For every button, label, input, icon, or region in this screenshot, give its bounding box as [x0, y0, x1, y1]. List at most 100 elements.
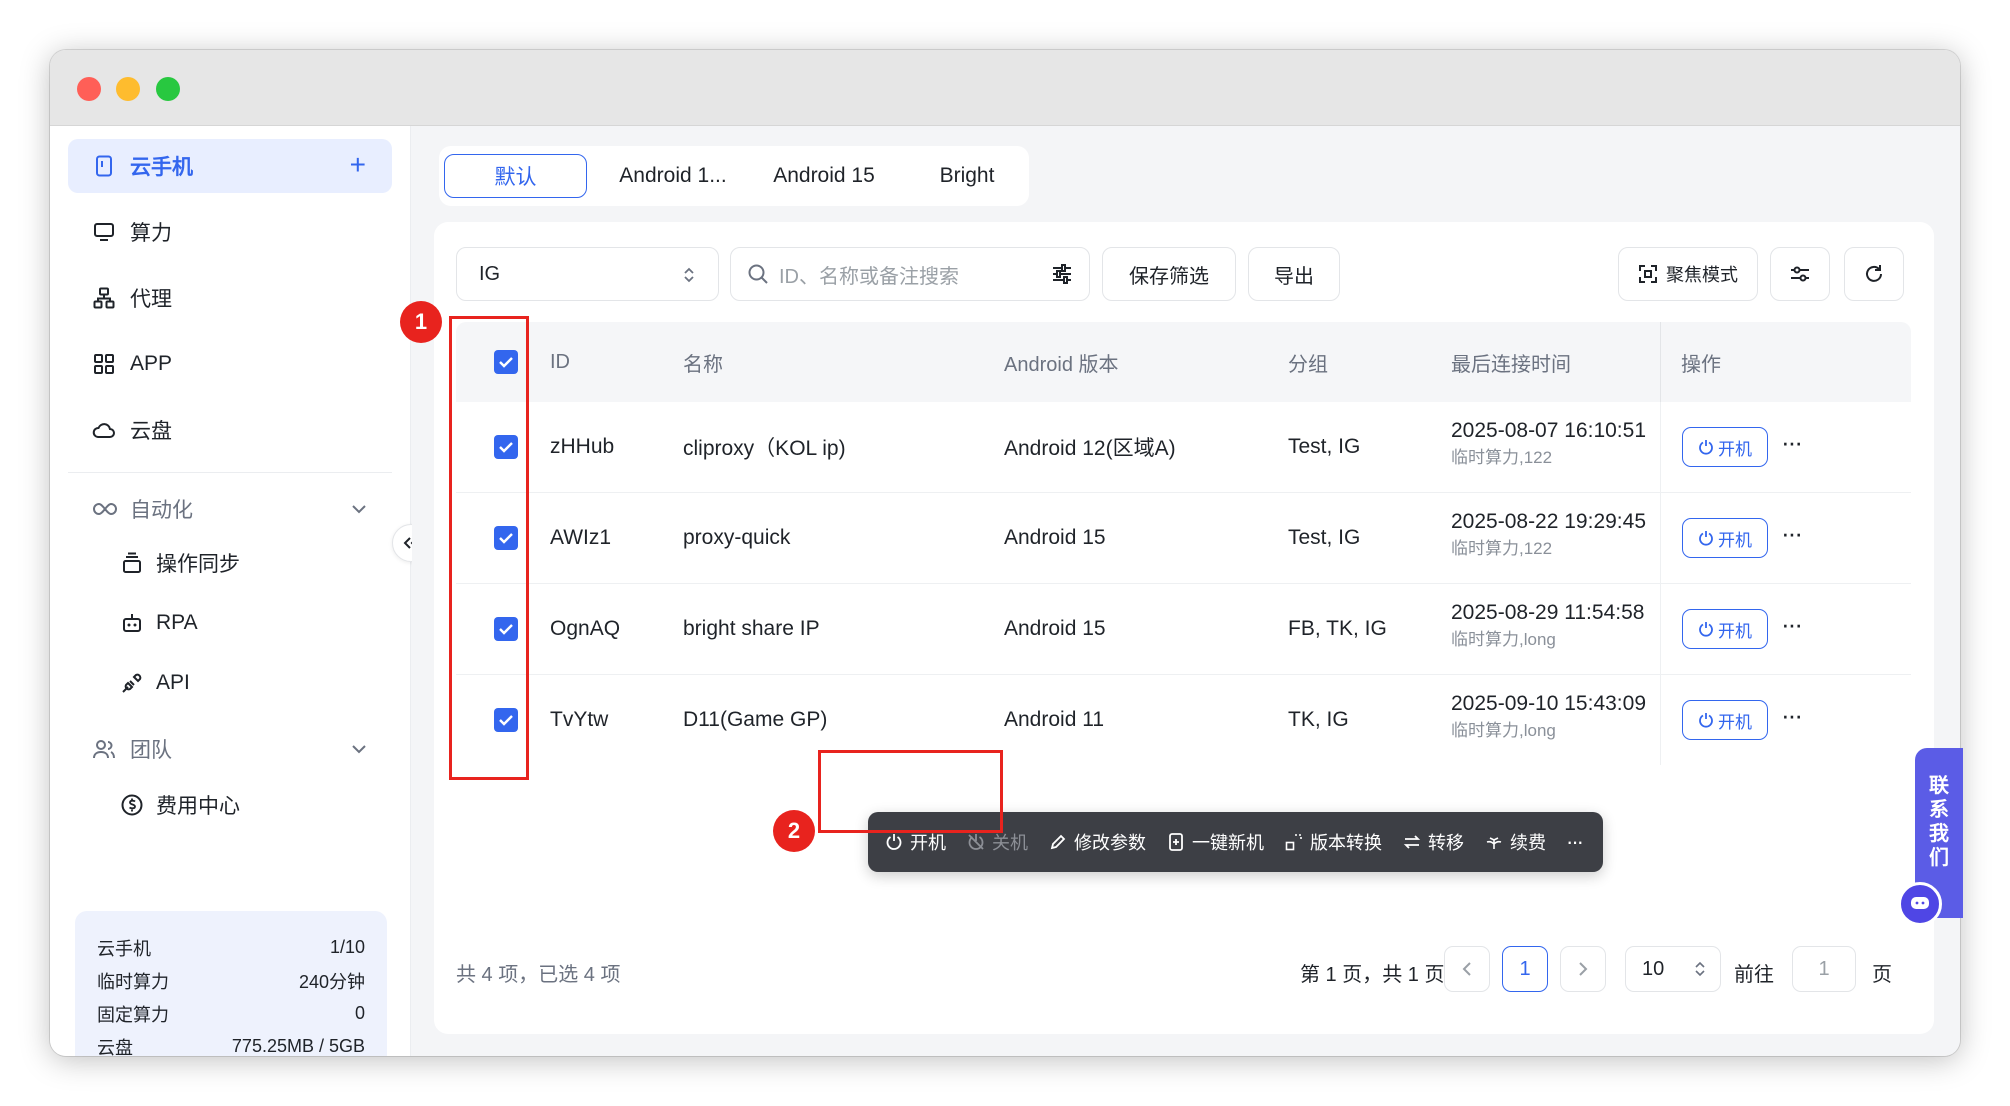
column-header-id[interactable]: ID — [550, 322, 570, 402]
table-row[interactable]: zHHub cliproxy（KOL ip) Android 12(区域A) T… — [456, 402, 1911, 493]
cell-id: zHHub — [550, 435, 615, 458]
chat-icon[interactable] — [1898, 882, 1942, 926]
tab-android-1[interactable]: Android 1... — [594, 154, 752, 198]
maximize-window-button[interactable] — [156, 77, 180, 101]
save-filter-button[interactable]: 保存筛选 — [1102, 247, 1236, 301]
column-divider — [1660, 322, 1661, 402]
table-row[interactable]: TvYtw D11(Game GP) Android 11 TK, IG 202… — [456, 675, 1911, 766]
tab-android-15[interactable]: Android 15 — [749, 154, 899, 198]
sidebar-item-cloud-disk[interactable]: 云盘 — [68, 403, 392, 457]
cell-name: proxy-quick — [683, 526, 791, 549]
power-on-label: 开机 — [1718, 712, 1752, 732]
group-select[interactable]: IG — [456, 247, 719, 301]
prev-page-button[interactable] — [1444, 946, 1490, 992]
search-input[interactable]: ID、名称或备注搜索 — [779, 260, 959, 289]
sidebar-item-label: RPA — [156, 611, 198, 634]
sidebar-item-label: APP — [130, 352, 173, 375]
column-settings-button[interactable] — [1770, 247, 1830, 301]
phone-icon — [92, 154, 116, 178]
select-arrows-icon — [1695, 961, 1705, 977]
annotation-badge-1: 1 — [400, 301, 442, 343]
usage-row-cloud-phone: 云手机 1/10 — [97, 931, 365, 964]
export-button[interactable]: 导出 — [1248, 247, 1340, 301]
sidebar-section-team[interactable]: 团队 — [68, 724, 392, 774]
column-header-last-connected[interactable]: 最后连接时间 — [1451, 322, 1571, 402]
sync-icon — [120, 551, 144, 575]
cell-last-connected: 2025-08-29 11:54:58 临时算力,long — [1451, 598, 1644, 652]
next-page-button[interactable] — [1560, 946, 1606, 992]
power-icon — [1699, 531, 1713, 546]
renew-icon — [1484, 832, 1504, 852]
renew-button[interactable]: 续费 — [1484, 829, 1546, 855]
sidebar-item-api[interactable]: API — [120, 659, 190, 707]
compute-text: 临时算力,122 — [1451, 539, 1553, 558]
modify-params-button[interactable]: 修改参数 — [1048, 829, 1146, 855]
sidebar-item-billing[interactable]: 费用中心 — [120, 781, 240, 829]
page-info: 第 1 页，共 1 页 — [1300, 964, 1445, 986]
cloud-icon — [92, 418, 116, 442]
sidebar-item-proxy[interactable]: 代理 — [68, 271, 392, 325]
cell-android: Android 12(区域A) — [1004, 437, 1176, 460]
more-actions-icon[interactable]: ··· — [1781, 520, 1803, 546]
minimize-window-button[interactable] — [116, 77, 140, 101]
app-window: 云手机 + 算力 代理 APP 云盘 自动化 操作同步 RPA API 团队 费… — [50, 50, 1960, 1056]
cell-id: OgnAQ — [550, 617, 621, 640]
section-label: 自动化 — [130, 499, 193, 522]
filter-sliders-icon[interactable] — [1051, 263, 1073, 285]
sidebar-item-app[interactable]: APP — [68, 337, 392, 391]
usage-label: 云盘 — [97, 1037, 133, 1057]
cell-last-connected: 2025-08-07 16:10:51 临时算力,122 — [1451, 416, 1646, 470]
power-on-button[interactable]: 开机 — [1682, 427, 1768, 467]
new-phone-icon — [1166, 832, 1186, 852]
transfer-button[interactable]: 转移 — [1402, 829, 1464, 855]
goto-page-input[interactable]: 1 — [1792, 946, 1856, 992]
tab-bright[interactable]: Bright — [907, 154, 1027, 198]
device-list-card: IG ID、名称或备注搜索 保存筛选 导出 聚焦模式 ID 名称 Android… — [434, 222, 1934, 1034]
search-field[interactable]: ID、名称或备注搜索 — [730, 247, 1090, 301]
cell-last-connected: 2025-08-22 19:29:45 临时算力,122 — [1451, 507, 1646, 561]
new-device-button[interactable]: 一键新机 — [1166, 829, 1264, 855]
cell-last-connected: 2025-09-10 15:43:09 临时算力,long — [1451, 689, 1646, 743]
search-icon — [748, 264, 768, 284]
version-convert-button[interactable]: 版本转换 — [1284, 829, 1382, 855]
column-header-group[interactable]: 分组 — [1288, 322, 1328, 402]
power-on-button[interactable]: 开机 — [1682, 518, 1768, 558]
focus-mode-button[interactable]: 聚焦模式 — [1618, 247, 1758, 301]
column-header-name[interactable]: 名称 — [683, 322, 723, 402]
cell-id: AWIz1 — [550, 526, 612, 549]
close-window-button[interactable] — [77, 77, 101, 101]
sidebar-item-rpa[interactable]: RPA — [120, 599, 198, 647]
sidebar-item-label: 云盘 — [130, 420, 172, 443]
power-on-button[interactable]: 开机 — [1682, 609, 1768, 649]
compute-text: 临时算力,122 — [1451, 448, 1553, 467]
bulk-more-icon[interactable]: ··· — [1566, 829, 1584, 855]
power-on-button[interactable]: 开机 — [1682, 700, 1768, 740]
more-actions-icon[interactable]: ··· — [1781, 702, 1803, 728]
focus-mode-label: 聚焦模式 — [1666, 265, 1738, 285]
more-actions-icon[interactable]: ··· — [1781, 611, 1803, 637]
page-number-button[interactable]: 1 — [1502, 946, 1548, 992]
section-label: 团队 — [130, 739, 172, 762]
contact-char: 我 — [1929, 823, 1949, 845]
sidebar-section-automation[interactable]: 自动化 — [68, 484, 392, 534]
tab-default[interactable]: 默认 — [444, 154, 587, 198]
sidebar-item-compute[interactable]: 算力 — [68, 205, 392, 259]
edit-icon — [1048, 832, 1068, 852]
sidebar-item-cloud-phone[interactable]: 云手机 + — [68, 139, 392, 193]
column-divider — [1660, 584, 1661, 674]
goto-label: 前往 — [1734, 964, 1774, 986]
page-size-select[interactable]: 10 — [1625, 946, 1721, 992]
title-bar — [50, 50, 1960, 126]
settings-sliders-icon — [1791, 266, 1809, 282]
power-on-label: 开机 — [1718, 621, 1752, 641]
sidebar-item-operation-sync[interactable]: 操作同步 — [120, 539, 240, 587]
table-row[interactable]: AWIz1 proxy-quick Android 15 Test, IG 20… — [456, 493, 1911, 584]
refresh-button[interactable] — [1844, 247, 1904, 301]
sidebar-item-label: 云手机 — [130, 156, 193, 179]
column-header-android[interactable]: Android 版本 — [1004, 322, 1119, 402]
table-row[interactable]: OgnAQ bright share IP Android 15 FB, TK,… — [456, 584, 1911, 675]
main-area: 默认 Android 1... Android 15 Bright IG ID、… — [412, 126, 1960, 1056]
more-actions-icon[interactable]: ··· — [1781, 429, 1803, 455]
add-icon[interactable]: + — [350, 151, 366, 179]
selection-summary: 共 4 项，已选 4 项 — [456, 964, 621, 986]
